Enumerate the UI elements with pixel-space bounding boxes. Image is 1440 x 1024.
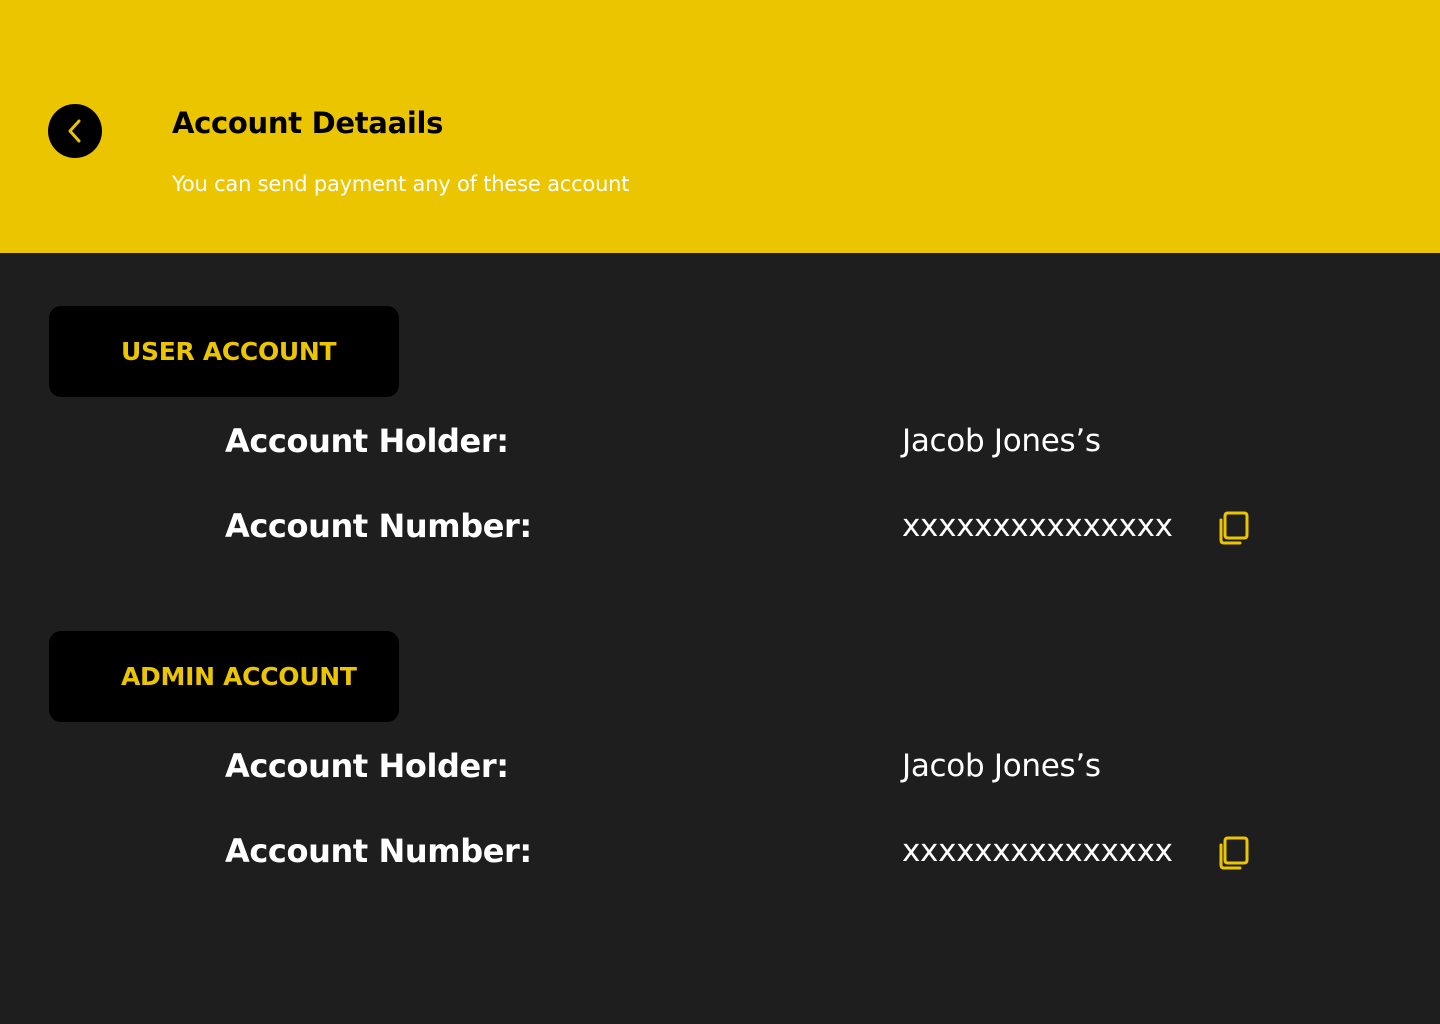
back-button[interactable]: [48, 104, 102, 158]
admin-account-number-value: xxxxxxxxxxxxxxx: [902, 833, 1173, 869]
page-subtitle: You can send payment any of these accoun…: [172, 172, 630, 196]
admin-account-copy-button[interactable]: [1216, 835, 1250, 871]
admin-account-holder-label: Account Holder:: [225, 747, 509, 785]
admin-account-number-label: Account Number:: [225, 832, 532, 870]
admin-account-badge: ADMIN ACCOUNT: [49, 631, 399, 722]
user-account-holder-value: Jacob Jones’s: [902, 423, 1101, 459]
user-account-number-label: Account Number:: [225, 507, 532, 545]
user-account-label: USER ACCOUNT: [121, 337, 337, 366]
user-account-holder-label: Account Holder:: [225, 422, 509, 460]
user-account-badge: USER ACCOUNT: [49, 306, 399, 397]
admin-account-holder-value: Jacob Jones’s: [902, 748, 1101, 784]
copy-icon: [1219, 836, 1249, 870]
page-header: Account Detaails You can send payment an…: [0, 0, 1440, 253]
copy-icon: [1219, 511, 1249, 545]
chevron-left-icon: [68, 119, 81, 143]
user-account-copy-button[interactable]: [1216, 510, 1250, 546]
page-title: Account Detaails: [172, 106, 444, 140]
admin-account-label: ADMIN ACCOUNT: [121, 662, 357, 691]
user-account-number-value: xxxxxxxxxxxxxxx: [902, 508, 1173, 544]
